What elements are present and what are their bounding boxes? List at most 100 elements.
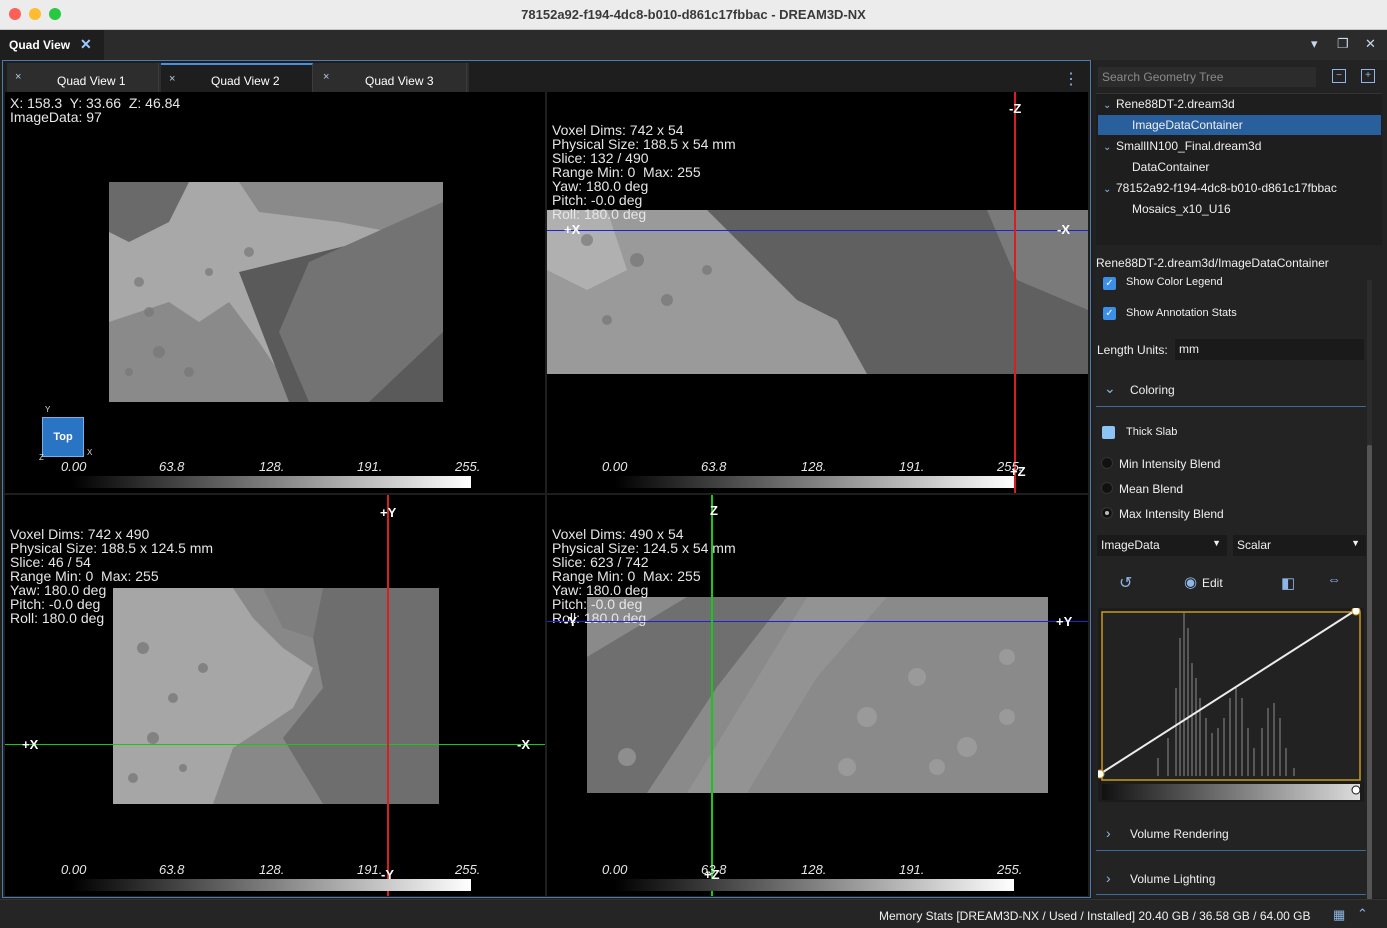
colorbar-tick: 0.00 bbox=[602, 862, 628, 877]
chevron-down-icon[interactable]: ▾ bbox=[1311, 36, 1318, 52]
tree-item-smallin100[interactable]: SmallIN100_Final.dream3d bbox=[1116, 136, 1261, 156]
slice-info: Voxel Dims: 490 x 54 Physical Size: 124.5… bbox=[552, 526, 736, 626]
orientation-cube[interactable]: Top bbox=[42, 417, 84, 457]
crosshair-vertical[interactable] bbox=[1014, 92, 1016, 493]
layout-icon[interactable]: ▦ bbox=[1333, 907, 1345, 923]
colorbar-tick: 255. bbox=[455, 459, 481, 474]
edit-button[interactable]: Edit bbox=[1202, 576, 1223, 590]
colorbar-tick: 63.8 bbox=[159, 862, 185, 877]
tab-quad-view-3[interactable]: × Quad View 3 bbox=[315, 63, 467, 92]
chevron-down-icon[interactable]: ⌄ bbox=[1103, 142, 1111, 153]
doc-tab-label: Quad View bbox=[9, 38, 71, 52]
crosshair-horizontal[interactable] bbox=[547, 621, 1088, 622]
radio-mean-blend[interactable] bbox=[1101, 482, 1113, 494]
colorbar-tick: 128. bbox=[801, 459, 827, 474]
cursor-coords: X: 158.3 Y: 33.66 Z: 46.84 bbox=[10, 95, 181, 111]
section-volume-rendering[interactable]: Volume Rendering bbox=[1130, 827, 1229, 841]
length-units-field[interactable]: mm bbox=[1175, 339, 1364, 360]
invert-icon[interactable]: ◧ bbox=[1281, 574, 1295, 592]
section-divider bbox=[1096, 894, 1366, 895]
crosshair-vertical[interactable] bbox=[711, 495, 713, 896]
volume-image bbox=[109, 182, 443, 402]
label-min-intensity: Min Intensity Blend bbox=[1119, 457, 1221, 471]
colorbar-tick: 0.00 bbox=[61, 459, 87, 474]
axis-label-left: +X bbox=[564, 222, 581, 237]
tab-quad-view-2[interactable]: × Quad View 2 bbox=[161, 63, 313, 92]
label-max-intensity: Max Intensity Blend bbox=[1119, 507, 1224, 521]
dropdown-arrow-icon: ▼ bbox=[1351, 538, 1360, 548]
colorbar-tick: 191. bbox=[357, 459, 383, 474]
radio-max-intensity[interactable] bbox=[1101, 507, 1113, 519]
title-bar: 78152a92-f194-4dc8-b010-d861c17fbbac - D… bbox=[0, 0, 1387, 30]
float-icon[interactable]: ❐ bbox=[1337, 36, 1349, 52]
axis-label-left: -Y bbox=[564, 614, 577, 629]
colorbar-tick: 63.8 bbox=[701, 459, 727, 474]
reset-icon[interactable]: ↺ bbox=[1119, 573, 1132, 593]
close-icon[interactable]: ✕ bbox=[1365, 36, 1376, 52]
expand-all-icon[interactable]: + bbox=[1361, 69, 1375, 83]
axis-label-top: Z bbox=[710, 503, 718, 518]
chevron-right-icon[interactable]: › bbox=[1106, 870, 1111, 886]
viewport-yz-slice[interactable]: Voxel Dims: 490 x 54 Physical Size: 124.5… bbox=[547, 495, 1088, 896]
tree-item-imagedatacontainer[interactable]: ImageDataContainer bbox=[1098, 115, 1381, 135]
close-icon[interactable]: × bbox=[169, 73, 175, 85]
tab-label: Quad View 2 bbox=[211, 74, 280, 88]
geometry-panel: Search Geometry Tree − + ⌄ Rene88DT-2.dr… bbox=[1093, 60, 1387, 900]
axis-label-right: -X bbox=[517, 737, 530, 752]
colorbar-tick: 255. bbox=[455, 862, 481, 877]
colorbar-tick: 255. bbox=[997, 459, 1023, 474]
chevron-down-icon[interactable]: ⌄ bbox=[1103, 184, 1111, 195]
section-volume-lighting[interactable]: Volume Lighting bbox=[1130, 872, 1215, 886]
color-legend-bar bbox=[614, 476, 1014, 488]
section-divider bbox=[1096, 850, 1366, 851]
radio-min-intensity[interactable] bbox=[1101, 457, 1113, 469]
close-icon[interactable]: ✕ bbox=[80, 36, 92, 53]
search-input[interactable]: Search Geometry Tree bbox=[1098, 67, 1316, 87]
checkbox-show-color-legend[interactable]: ✓ bbox=[1103, 277, 1116, 290]
more-options-icon[interactable]: ⋮ bbox=[1063, 69, 1079, 89]
chevron-right-icon[interactable]: › bbox=[1106, 825, 1111, 841]
colorbar-tick: 128. bbox=[259, 459, 285, 474]
section-divider bbox=[1096, 406, 1366, 407]
chevron-down-icon[interactable]: ⌄ bbox=[1104, 380, 1116, 397]
tree-item-rene88[interactable]: Rene88DT-2.dream3d bbox=[1116, 94, 1235, 114]
checkbox-thick-slab[interactable] bbox=[1102, 426, 1115, 439]
status-bar: Memory Stats [DREAM3D-NX / Used / Instal… bbox=[0, 899, 1387, 928]
mode-select[interactable]: Scalar ▼ bbox=[1233, 535, 1366, 556]
axis-label-right: -X bbox=[1057, 222, 1070, 237]
crosshair-vertical[interactable] bbox=[387, 495, 389, 896]
scrollbar-thumb[interactable] bbox=[1367, 445, 1372, 900]
document-tab-bar: Quad View ✕ ▾ ❐ ✕ bbox=[0, 30, 1387, 60]
viewport-xz-slice[interactable]: Voxel Dims: 742 x 54 Physical Size: 188.5… bbox=[547, 92, 1088, 493]
fit-range-icon[interactable]: ⇔ bbox=[1327, 571, 1341, 587]
edit-icon[interactable]: ◉ bbox=[1184, 573, 1197, 591]
colorbar-tick: 191. bbox=[357, 862, 383, 877]
window-title: 78152a92-f194-4dc8-b010-d861c17fbbac - D… bbox=[521, 7, 866, 22]
tree-item-78152a92[interactable]: 78152a92-f194-4dc8-b010-d861c17fbbac bbox=[1116, 178, 1337, 198]
crosshair-horizontal[interactable] bbox=[547, 230, 1088, 231]
viewport-xy-slice[interactable]: Voxel Dims: 742 x 490 Physical Size: 188.… bbox=[5, 495, 545, 896]
section-coloring[interactable]: Coloring bbox=[1130, 383, 1175, 397]
colorbar-tick: 128. bbox=[259, 862, 285, 877]
axis-label-left: +X bbox=[22, 737, 39, 752]
colorbar-tick: 128. bbox=[801, 862, 827, 877]
chevron-up-icon[interactable]: ⌃ bbox=[1357, 906, 1368, 922]
checkbox-show-annotation-stats[interactable]: ✓ bbox=[1103, 307, 1116, 320]
close-icon[interactable]: × bbox=[323, 71, 329, 83]
transfer-function-editor[interactable] bbox=[1098, 608, 1364, 802]
close-icon[interactable]: × bbox=[15, 71, 21, 83]
axis-label-top: +Y bbox=[380, 505, 397, 520]
tab-label: Quad View 1 bbox=[57, 74, 126, 88]
crosshair-horizontal[interactable] bbox=[5, 744, 545, 745]
viewport-3d[interactable]: X: 158.3 Y: 33.66 Z: 46.84 ImageData: 97… bbox=[5, 92, 545, 493]
quad-tabs: × Quad View 1 × Quad View 2 × Quad View … bbox=[7, 63, 469, 92]
colorbar-tick: 255. bbox=[997, 862, 1023, 877]
tree-item-mosaics[interactable]: Mosaics_x10_U16 bbox=[1132, 199, 1231, 219]
tab-quad-view-1[interactable]: × Quad View 1 bbox=[7, 63, 159, 92]
doc-tab-quad-view[interactable]: Quad View ✕ bbox=[0, 30, 104, 60]
collapse-all-icon[interactable]: − bbox=[1332, 69, 1346, 83]
array-select[interactable]: ImageData ▼ bbox=[1097, 535, 1227, 556]
label-show-color-legend: Show Color Legend bbox=[1126, 276, 1223, 288]
tree-item-datacontainer[interactable]: DataContainer bbox=[1132, 157, 1209, 177]
chevron-down-icon[interactable]: ⌄ bbox=[1103, 100, 1111, 111]
